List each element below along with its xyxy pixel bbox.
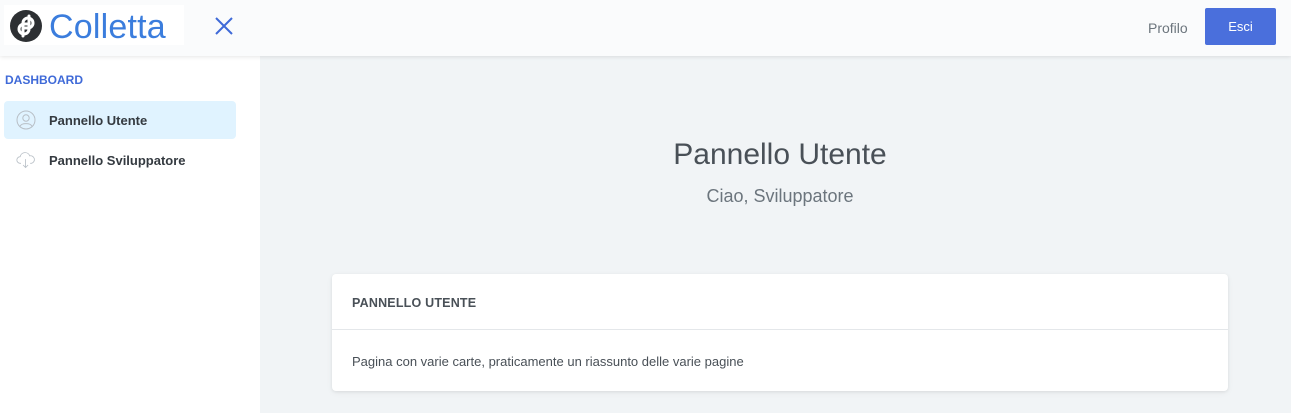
sidebar-heading: DASHBOARD [5,73,83,87]
page-title: Pannello Utente [673,138,887,171]
top-navbar: Colletta Profilo Esci [0,0,1291,56]
logo[interactable]: Colletta [4,5,184,46]
main-content: Pannello Utente Ciao, Sviluppatore PANNE… [260,56,1291,413]
logo-text: Colletta [49,8,166,46]
sidebar-item-label: Pannello Sviluppatore [49,153,186,168]
profile-link[interactable]: Profilo [1148,20,1188,36]
card-header: PANNELLO UTENTE [332,274,1228,330]
logout-button[interactable]: Esci [1205,8,1276,45]
user-panel-card: PANNELLO UTENTE Pagina con varie carte, … [332,274,1228,391]
close-icon[interactable] [212,14,236,38]
cloud-download-icon [16,152,35,169]
logo-icon [10,10,42,42]
user-icon [16,110,36,130]
sidebar: DASHBOARD Pannello Utente Pannello Svilu… [0,56,260,413]
sidebar-item-pannello-sviluppatore[interactable]: Pannello Sviluppatore [4,141,236,179]
sidebar-item-label: Pannello Utente [49,113,148,128]
sidebar-item-pannello-utente[interactable]: Pannello Utente [4,101,236,139]
card-body: Pagina con varie carte, praticamente un … [352,354,744,369]
page-subtitle: Ciao, Sviluppatore [706,186,854,206]
